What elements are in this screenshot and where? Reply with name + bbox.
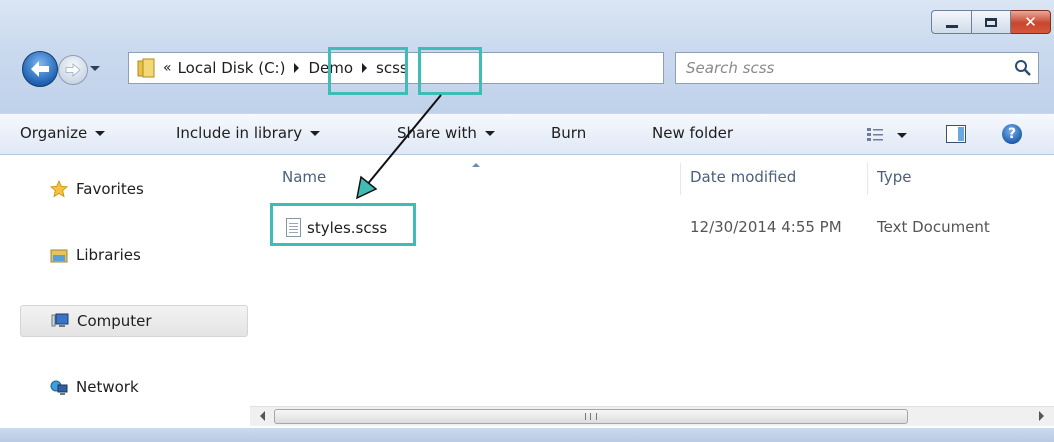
annotation-arrow <box>355 94 442 200</box>
explorer-window: ✕ « Local Disk (C:) Demo scss Search scs… <box>0 0 1054 442</box>
